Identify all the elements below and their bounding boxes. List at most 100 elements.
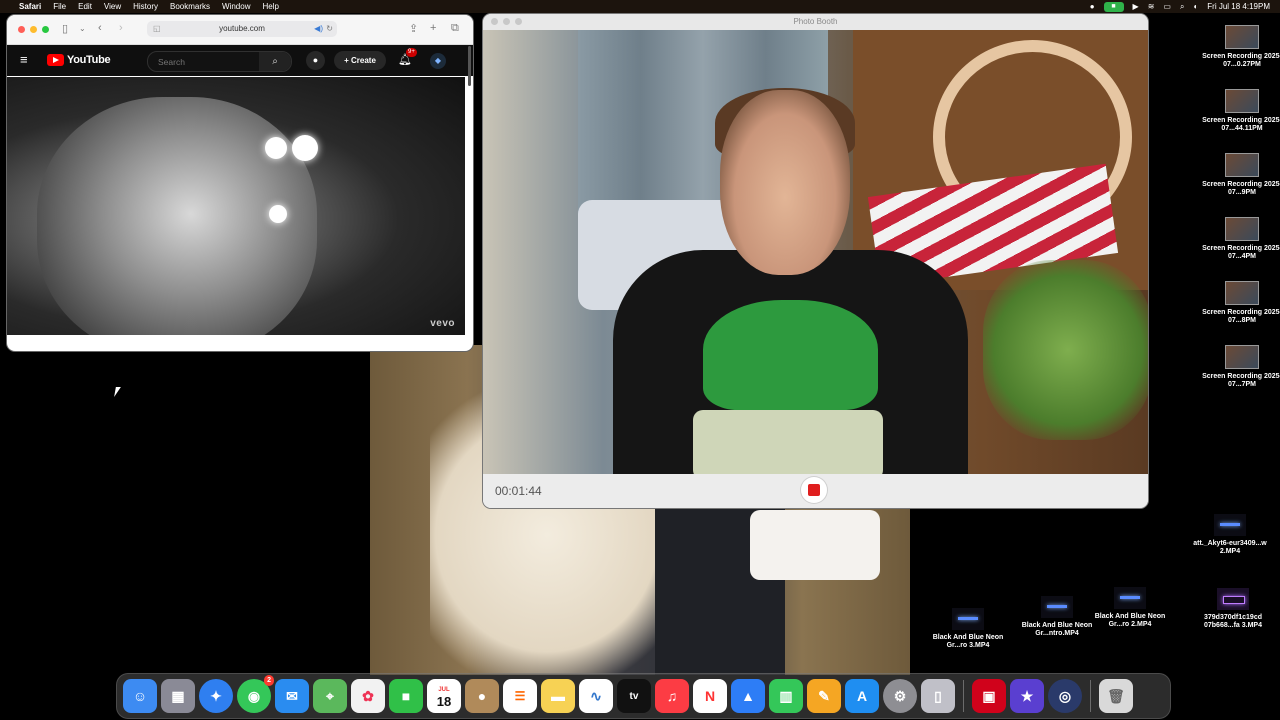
menu-view[interactable]: View [104, 2, 121, 11]
desktop-file[interactable]: Screen Recording 2025-07...7PM [1197, 345, 1280, 389]
battery-icon[interactable]: ▭ [1163, 2, 1171, 11]
control-center-icon[interactable]: ◐ [1193, 2, 1198, 11]
play-status-icon[interactable]: ▶ [1133, 2, 1139, 11]
dock-finder-icon[interactable]: ☺ [123, 679, 157, 713]
menu-help[interactable]: Help [262, 2, 278, 11]
privacy-shield-icon[interactable]: ◱ [153, 21, 161, 37]
video-thumbnail-icon [1225, 25, 1259, 49]
desktop-file[interactable]: Screen Recording 2025-07...4PM [1197, 217, 1280, 261]
desktop-file[interactable]: Screen Recording 2025-07...8PM [1197, 281, 1280, 325]
preview-plant [983, 260, 1148, 440]
dock-app-store-icon[interactable]: A [845, 679, 879, 713]
dock-photos-icon[interactable]: ✿ [351, 679, 385, 713]
menu-window[interactable]: Window [222, 2, 250, 11]
scrollbar[interactable] [468, 46, 471, 86]
menu-edit[interactable]: Edit [78, 2, 92, 11]
dock-iphone-mirroring-icon[interactable]: ▯ [921, 679, 955, 713]
audio-playing-icon[interactable]: ◀) [314, 21, 323, 37]
dock-reminders-icon[interactable]: ☰ [503, 679, 537, 713]
address-bar[interactable]: ◱ youtube.com ◀) ↻ [147, 21, 337, 37]
recording-timer: 00:01:44 [495, 484, 542, 498]
menu-bookmarks[interactable]: Bookmarks [170, 2, 210, 11]
youtube-search-input[interactable] [156, 56, 270, 68]
hamburger-menu-icon[interactable]: ≡ [20, 52, 28, 67]
camera-in-use-icon[interactable]: ■ [1103, 1, 1124, 12]
dock-keynote-icon[interactable]: ▲ [731, 679, 765, 713]
zoom-button[interactable] [515, 18, 522, 25]
new-tab-icon[interactable]: + [430, 22, 436, 34]
close-button[interactable] [18, 26, 25, 33]
dock-pages-icon[interactable]: ✎ [807, 679, 841, 713]
record-status-icon[interactable]: ● [1090, 2, 1095, 11]
clock[interactable]: Fri Jul 18 4:19PM [1207, 2, 1270, 11]
back-icon[interactable]: ‹ [98, 22, 102, 34]
dock: ☺ ▦ ✦ ◉ 2 ✉ ⌖ ✿ ■ JUL 18 ● ☰ ▬ ∿ tv ♫ N ▲… [116, 673, 1171, 719]
youtube-video-player[interactable]: vevo [7, 77, 465, 335]
dock-safari-icon[interactable]: ✦ [199, 679, 233, 713]
dock-trash-icon[interactable]: 🗑︎ [1099, 679, 1133, 713]
dock-music-icon[interactable]: ♫ [655, 679, 689, 713]
desktop-file[interactable]: 379d370df1c19cd 07b668...fa 3.MP4 [1188, 588, 1278, 630]
window-title: Photo Booth [793, 17, 838, 26]
safari-window[interactable]: ▯ ⌄ ‹ › ◱ youtube.com ◀) ↻ ⇪ + ⧉ ≡ YouTu… [7, 15, 473, 351]
safari-toolbar: ▯ ⌄ ‹ › ◱ youtube.com ◀) ↻ ⇪ + ⧉ [7, 15, 473, 45]
dock-settings-icon[interactable]: ⚙ [883, 679, 917, 713]
dock-facetime-icon[interactable]: ■ [389, 679, 423, 713]
sidebar-toggle-icon[interactable]: ▯ [62, 22, 68, 35]
minimize-button[interactable] [503, 18, 510, 25]
desktop-file[interactable]: att._Akyt6-eur3409...w 2.MP4 [1185, 514, 1275, 556]
video-thumbnail-icon [1217, 588, 1249, 610]
microphone-icon[interactable]: ● [306, 51, 325, 70]
desktop-file[interactable]: Screen Recording 2025-07...44.11PM [1197, 89, 1280, 133]
avatar[interactable]: ◆ [430, 53, 446, 69]
video-thumbnail-icon [1225, 281, 1259, 305]
create-button[interactable]: + Create [334, 51, 386, 70]
forward-icon[interactable]: › [119, 22, 123, 34]
dock-mail-icon[interactable]: ✉ [275, 679, 309, 713]
share-icon[interactable]: ⇪ [409, 22, 418, 35]
search-icon[interactable]: ⌕ [1180, 2, 1184, 12]
dock-messages-icon[interactable]: ◉ 2 [237, 675, 274, 713]
dock-maps-icon[interactable]: ⌖ [313, 679, 347, 713]
wifi-icon[interactable]: ≋ [1148, 2, 1155, 11]
minimize-button[interactable] [30, 26, 37, 33]
menu-file[interactable]: File [53, 2, 66, 11]
zoom-button[interactable] [42, 26, 49, 33]
photo-booth-titlebar: Photo Booth [483, 14, 1148, 30]
dock-tv-icon[interactable]: tv [617, 679, 651, 713]
video-thumbnail-icon [1225, 89, 1259, 113]
dock-numbers-icon[interactable]: ▥ [769, 679, 803, 713]
close-button[interactable] [491, 18, 498, 25]
dock-contacts-icon[interactable]: ● [465, 679, 499, 713]
camera-preview [483, 30, 1148, 474]
dock-launchpad-icon[interactable]: ▦ [161, 679, 195, 713]
dock-quicktime-icon[interactable]: ◎ [1048, 679, 1082, 713]
desktop-file[interactable]: Screen Recording 2025-07...9PM [1197, 153, 1280, 197]
menu-history[interactable]: History [133, 2, 158, 11]
dock-photo-booth-icon[interactable]: ▣ [972, 679, 1006, 713]
preview-green-cap [703, 300, 878, 410]
dock-freeform-icon[interactable]: ∿ [579, 679, 613, 713]
video-thumbnail-icon [952, 608, 984, 630]
address-url: youtube.com [219, 24, 265, 33]
desktop-file[interactable]: Black And Blue Neon Gr...ntro.MP4 [1012, 596, 1102, 638]
youtube-logo[interactable]: YouTube [47, 54, 111, 66]
dock-notes-icon[interactable]: ▬ [541, 679, 575, 713]
dock-calendar-icon[interactable]: JUL 18 [427, 679, 461, 713]
notification-badge: 9+ [406, 48, 417, 57]
preview-person-face [720, 90, 850, 275]
chevron-down-icon[interactable]: ⌄ [79, 24, 86, 33]
photo-booth-window[interactable]: Photo Booth 00:01:44 [483, 14, 1148, 508]
video-light-flare [292, 135, 318, 161]
reload-icon[interactable]: ↻ [326, 21, 333, 37]
stop-recording-button[interactable] [801, 477, 827, 503]
menu-app-name[interactable]: Safari [19, 2, 41, 11]
search-icon[interactable]: ⌕ [259, 52, 291, 71]
desktop-file[interactable]: Black And Blue Neon Gr...ro 3.MP4 [923, 608, 1013, 650]
dock-news-icon[interactable]: N [693, 679, 727, 713]
desktop-file-label: Screen Recording 2025-07...7PM [1202, 373, 1280, 388]
tab-overview-icon[interactable]: ⧉ [451, 22, 459, 35]
desktop-file[interactable]: Screen Recording 2025-07...0.27PM [1197, 25, 1280, 69]
dock-imovie-icon[interactable]: ★ [1010, 679, 1044, 713]
photo-booth-controls: 00:01:44 [483, 474, 1148, 508]
